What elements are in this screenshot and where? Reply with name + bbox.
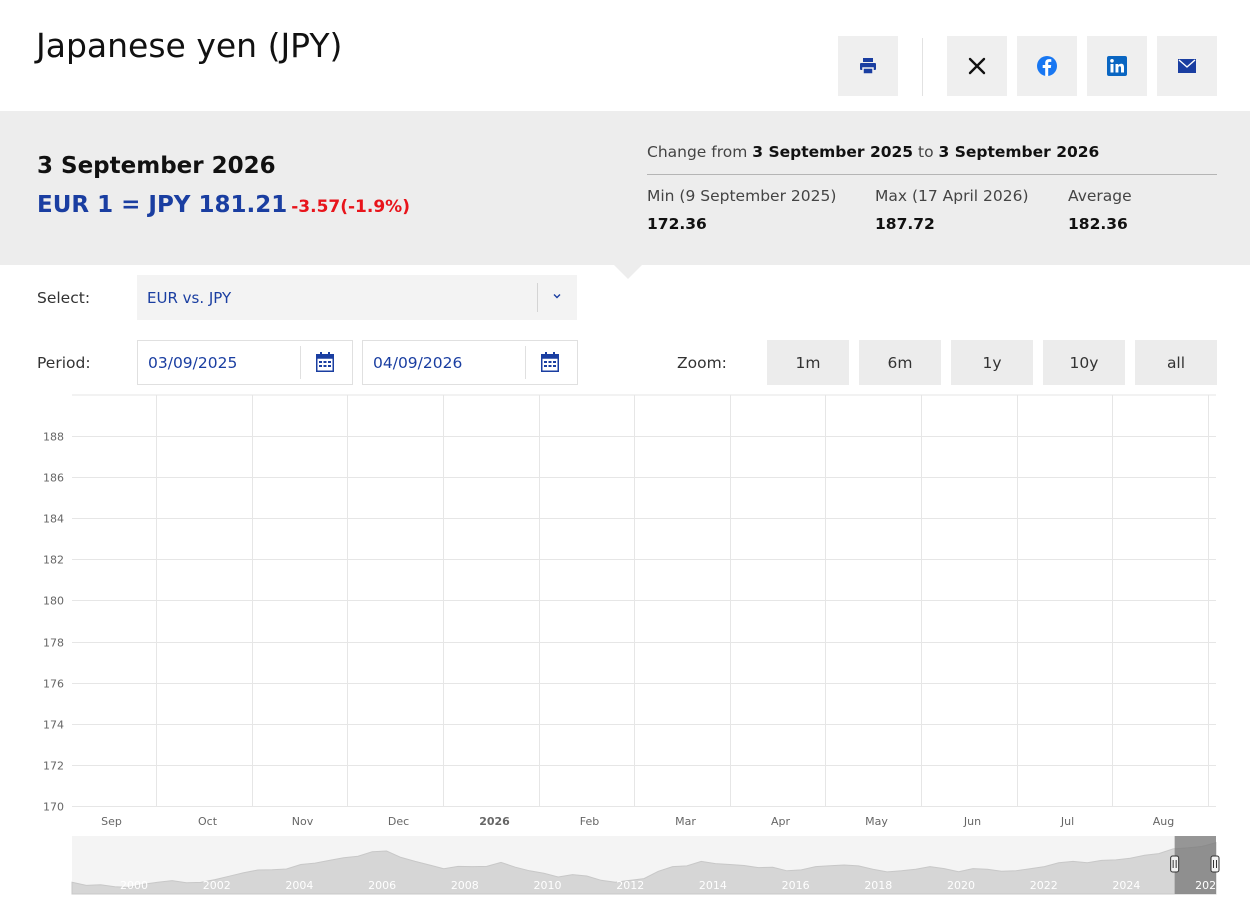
y-tick-label: 172 xyxy=(43,760,64,773)
navigator-year-label: 2000 xyxy=(120,879,148,892)
min-value: 172.36 xyxy=(647,215,707,233)
page-title: Japanese yen (JPY) xyxy=(36,26,343,65)
navigator-year-label: 2010 xyxy=(534,879,562,892)
x-tick-label: Jul xyxy=(1060,815,1074,828)
chevron-down-icon xyxy=(553,294,561,299)
select-divider xyxy=(537,283,538,312)
zoom-all-button[interactable]: all xyxy=(1135,340,1217,385)
zoom-6m-button[interactable]: 6m xyxy=(859,340,941,385)
navigator-right-handle[interactable] xyxy=(1210,855,1220,873)
rate-summary-panel xyxy=(0,111,1250,265)
max-value: 187.72 xyxy=(875,215,935,233)
date-to-divider xyxy=(525,346,526,379)
change-from-date: 3 September 2025 xyxy=(752,143,914,161)
currency-select-value: EUR vs. JPY xyxy=(147,289,232,307)
zoom-1m-button[interactable]: 1m xyxy=(767,340,849,385)
calendar-icon[interactable] xyxy=(541,352,559,372)
navigator-year-label: 2018 xyxy=(864,879,892,892)
max-label: Max (17 April 2026) xyxy=(875,187,1029,205)
x-tick-label: Dec xyxy=(388,815,409,828)
y-tick-label: 170 xyxy=(43,801,64,814)
navigator-year-label: 2026 xyxy=(1195,879,1223,892)
zoom-1y-button[interactable]: 1y xyxy=(951,340,1033,385)
x-tick-label: Nov xyxy=(292,815,314,828)
y-tick-label: 178 xyxy=(43,637,64,650)
panel-pointer xyxy=(614,265,642,279)
facebook-icon xyxy=(1037,56,1057,76)
summary-divider xyxy=(647,174,1217,175)
change-to-date: 3 September 2026 xyxy=(938,143,1100,161)
date-from-field xyxy=(137,340,353,385)
select-label: Select: xyxy=(37,289,91,307)
period-label: Period: xyxy=(37,354,91,372)
y-tick-label: 182 xyxy=(43,554,64,567)
x-icon xyxy=(968,57,986,75)
average-value: 182.36 xyxy=(1068,215,1128,233)
navigator-year-label: 2008 xyxy=(451,879,479,892)
x-tick-label: Apr xyxy=(771,815,791,828)
date-to-input[interactable] xyxy=(363,341,533,384)
exchange-rate-chart: 170 172 174 176 178 180 182 184 186 188 Sep Oct Nov D… xyxy=(43,394,1223,895)
y-tick-label: 174 xyxy=(43,719,64,732)
share-x-button[interactable] xyxy=(947,36,1007,96)
current-rate-text: EUR 1 = JPY 181.21 xyxy=(37,192,288,218)
current-change: -3.57(-1.9%) xyxy=(291,197,410,217)
change-connector: to xyxy=(918,143,934,161)
currency-select[interactable]: EUR vs. JPY xyxy=(137,275,577,320)
print-icon xyxy=(860,58,876,75)
y-tick-label: 180 xyxy=(43,595,64,608)
navigator-year-label: 2004 xyxy=(285,879,313,892)
y-tick-label: 184 xyxy=(43,513,64,526)
navigator-year-label: 2002 xyxy=(203,879,231,892)
x-tick-label: Feb xyxy=(580,815,599,828)
email-icon xyxy=(1178,59,1196,73)
current-date: 3 September 2026 xyxy=(37,153,276,179)
zoom-label: Zoom: xyxy=(677,354,727,372)
current-rate: EUR 1 = JPY 181.21 -3.57(-1.9%) xyxy=(37,192,410,218)
linkedin-icon xyxy=(1107,56,1127,76)
share-linkedin-button[interactable] xyxy=(1087,36,1147,96)
zoom-10y-button[interactable]: 10y xyxy=(1043,340,1125,385)
date-from-divider xyxy=(300,346,301,379)
x-tick-label: Mar xyxy=(675,815,696,828)
navigator-year-label: 2024 xyxy=(1112,879,1140,892)
y-tick-label: 176 xyxy=(43,678,64,691)
y-tick-label: 186 xyxy=(43,472,64,485)
change-period-line: Change from 3 September 2025 to 3 Septem… xyxy=(647,143,1099,161)
x-tick-label: May xyxy=(865,815,888,828)
date-to-field xyxy=(362,340,578,385)
navigator-year-label: 2016 xyxy=(782,879,810,892)
print-button[interactable] xyxy=(838,36,898,96)
date-from-input[interactable] xyxy=(138,341,308,384)
calendar-icon[interactable] xyxy=(316,352,334,372)
min-label: Min (9 September 2025) xyxy=(647,187,837,205)
navigator-year-label: 2020 xyxy=(947,879,975,892)
navigator-year-label: 2012 xyxy=(616,879,644,892)
navigator-year-label: 2006 xyxy=(368,879,396,892)
x-tick-label: Aug xyxy=(1153,815,1174,828)
x-tick-label: Jun xyxy=(963,815,981,828)
navigator-left-handle[interactable] xyxy=(1170,855,1180,873)
share-divider xyxy=(922,38,923,96)
navigator-year-label: 2022 xyxy=(1030,879,1058,892)
navigator-year-label: 2014 xyxy=(699,879,727,892)
x-tick-label: Oct xyxy=(198,815,218,828)
average-label: Average xyxy=(1068,187,1132,205)
y-tick-label: 188 xyxy=(43,431,64,444)
share-email-button[interactable] xyxy=(1157,36,1217,96)
x-tick-label: 2026 xyxy=(479,815,510,828)
share-facebook-button[interactable] xyxy=(1017,36,1077,96)
change-prefix: Change from xyxy=(647,143,748,161)
x-tick-label: Sep xyxy=(101,815,122,828)
